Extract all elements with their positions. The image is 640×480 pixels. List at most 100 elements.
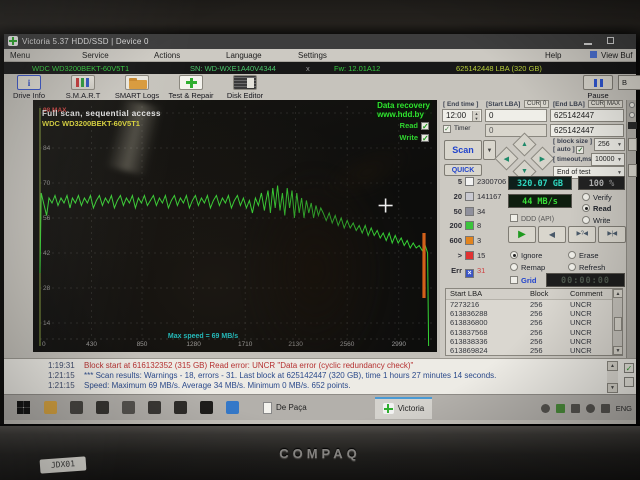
quick-button[interactable]: QUICK xyxy=(444,164,482,176)
language-indicator[interactable]: ENG xyxy=(616,404,632,413)
log-option-checkbox[interactable] xyxy=(624,377,634,387)
break-all-button[interactable]: B xyxy=(618,75,640,90)
table-row[interactable]: 613836288256UNCR xyxy=(446,309,622,318)
app-icon[interactable] xyxy=(122,401,135,414)
dpad-right-icon[interactable]: ▶ xyxy=(530,146,554,170)
scan-button[interactable]: Scan xyxy=(444,140,482,160)
menu-menu[interactable]: Menu xyxy=(10,51,30,60)
file-explorer-icon[interactable] xyxy=(44,401,57,414)
maximize-icon[interactable] xyxy=(607,37,614,44)
toolbar-button-test-repair[interactable]: Test & Repair xyxy=(168,74,214,100)
spinner-icon[interactable]: ▲ ▼ xyxy=(472,111,480,121)
app-icon[interactable] xyxy=(96,401,109,414)
seek-next-error-icon[interactable]: ▶?◀ xyxy=(568,226,596,243)
grid-checkbox[interactable]: Grid xyxy=(510,276,536,285)
browser-icon[interactable] xyxy=(226,401,239,414)
document-icon xyxy=(263,402,272,414)
network-icon[interactable] xyxy=(541,404,550,413)
scroll-up-icon[interactable]: ▲ xyxy=(613,289,623,298)
globe-icon[interactable] xyxy=(586,404,595,413)
end-time-field[interactable]: 12:00 ▲ ▼ xyxy=(442,109,482,122)
toolbar-button-s-m-a-r-t[interactable]: S.M.A.R.T xyxy=(60,74,106,100)
menu-help[interactable]: Help xyxy=(545,51,561,60)
scan-speed-graph[interactable]: 14284256708498 MAX0430850128017102130256… xyxy=(33,100,437,352)
toolbar-button-disk-editor[interactable]: Disk Editor xyxy=(222,74,268,100)
start-lba-zero-button[interactable]: 0 xyxy=(540,100,549,108)
table-row[interactable]: 7273216256UNCR xyxy=(446,300,622,309)
start-lba-label: [Start LBA] xyxy=(486,101,520,108)
tray-app-icon[interactable] xyxy=(556,404,565,413)
svg-text:850: 850 xyxy=(137,341,148,348)
edge-button[interactable] xyxy=(628,164,637,177)
timeout-select[interactable]: 10000▼ xyxy=(591,153,625,166)
log-scrollbar[interactable]: ▲ ▼ xyxy=(607,361,618,393)
toolbar-button-drive-info[interactable]: iDrive Info xyxy=(6,74,52,100)
svg-text:14: 14 xyxy=(43,320,51,327)
scrollbar-thumb[interactable] xyxy=(614,317,622,331)
action-radio-erase[interactable]: Erase xyxy=(568,251,599,260)
terminal-icon[interactable] xyxy=(200,401,213,414)
app-icon[interactable] xyxy=(70,401,83,414)
start-button-icon[interactable] xyxy=(16,400,31,415)
action-radio-ignore[interactable]: Ignore xyxy=(510,251,542,260)
write-curve-toggle[interactable]: Write✓ xyxy=(399,133,429,142)
ddd-api-checkbox[interactable]: DDD (API) xyxy=(510,214,554,223)
minimize-icon[interactable] xyxy=(584,43,592,45)
app-icon[interactable] xyxy=(174,401,187,414)
log-line[interactable]: 1:19:31Block start at 616132352 (315 GB)… xyxy=(4,361,636,371)
dpad-up-icon[interactable]: ▲ xyxy=(512,132,536,156)
scroll-up-icon[interactable]: ▲ xyxy=(607,361,618,371)
read-checkbox-icon[interactable]: ✓ xyxy=(421,122,429,130)
mode-radio-verify[interactable]: Verify xyxy=(582,193,612,202)
window-title: Victoria 5.37 HDD/SSD | Device 0 xyxy=(22,37,149,46)
taskbar-item-victoria[interactable]: Victoria xyxy=(375,397,433,419)
taskbar-item-document[interactable]: De Paça xyxy=(255,397,315,419)
table-row[interactable]: 613836800256UNCR xyxy=(446,318,622,327)
table-scrollbar[interactable]: ▲ ▼ xyxy=(612,289,622,355)
scroll-down-icon[interactable]: ▼ xyxy=(607,383,618,393)
table-row[interactable]: 613837568256UNCR xyxy=(446,328,622,337)
log-line[interactable]: 1:21:15*** Scan results: Warnings - 18, … xyxy=(4,371,636,381)
timer-checkbox[interactable]: ✓Timer xyxy=(443,125,470,133)
app-icon[interactable] xyxy=(148,401,161,414)
menu-service[interactable]: Service xyxy=(82,51,109,60)
log-option-checkbox[interactable]: ✓ xyxy=(624,363,634,373)
seek-end-icon[interactable]: ▶|◀ xyxy=(598,226,626,243)
action-radio-refresh[interactable]: Refresh xyxy=(568,263,605,272)
action-radio-remap[interactable]: Remap xyxy=(510,263,545,272)
block-size-select[interactable]: 256▼ xyxy=(594,138,625,151)
svg-text:42: 42 xyxy=(43,250,51,257)
hddby-ad: Data recovery www.hdd.by xyxy=(375,100,432,120)
write-checkbox-icon[interactable]: ✓ xyxy=(421,134,429,142)
table-row[interactable]: 613869824256UNCR xyxy=(446,346,622,355)
mode-radio-read[interactable]: Read xyxy=(582,204,611,213)
tray-app-icon[interactable] xyxy=(571,404,580,413)
start-scan-icon[interactable]: ▶ xyxy=(508,226,536,243)
end-lba-max-button[interactable]: MAX xyxy=(604,100,623,108)
mode-radio-write[interactable]: Write xyxy=(582,216,610,225)
menu-settings[interactable]: Settings xyxy=(298,51,327,60)
auto-checkbox[interactable]: [ auto ] ✓ xyxy=(553,146,587,154)
capacity-display: 320.07 GB xyxy=(508,176,572,190)
defect-table[interactable]: ▲ ▼ Start LBABlockComment7273216256UNCR6… xyxy=(445,288,623,356)
menu-actions[interactable]: Actions xyxy=(154,51,180,60)
start-lba-input[interactable]: 0 xyxy=(485,109,547,122)
end-lba-input[interactable]: 625142447 xyxy=(550,109,624,122)
end-lba-input-2[interactable]: 625142447 xyxy=(550,124,624,137)
volume-icon[interactable] xyxy=(601,404,610,413)
scan-back-icon[interactable]: ◀ xyxy=(538,226,566,243)
toolbar-button-smart-logs[interactable]: SMART Logs xyxy=(114,74,160,100)
radio-icon[interactable] xyxy=(629,102,635,108)
edge-button[interactable] xyxy=(628,138,637,151)
dpad-left-icon[interactable]: ◀ xyxy=(494,146,518,170)
table-row[interactable]: 613838336256UNCR xyxy=(446,337,622,346)
scroll-down-icon[interactable]: ▼ xyxy=(613,346,623,355)
close-device-icon[interactable]: x xyxy=(306,64,310,73)
pause-button[interactable]: Pause xyxy=(574,75,622,100)
log-line[interactable]: 1:21:15Speed: Maximum 69 MB/s. Average 3… xyxy=(4,381,636,391)
victoria-app-icon xyxy=(383,403,394,414)
radio-icon[interactable] xyxy=(629,112,635,118)
read-curve-toggle[interactable]: Read✓ xyxy=(400,121,429,130)
menu-view-buffer[interactable]: View Buf xyxy=(601,51,632,60)
menu-language[interactable]: Language xyxy=(226,51,262,60)
